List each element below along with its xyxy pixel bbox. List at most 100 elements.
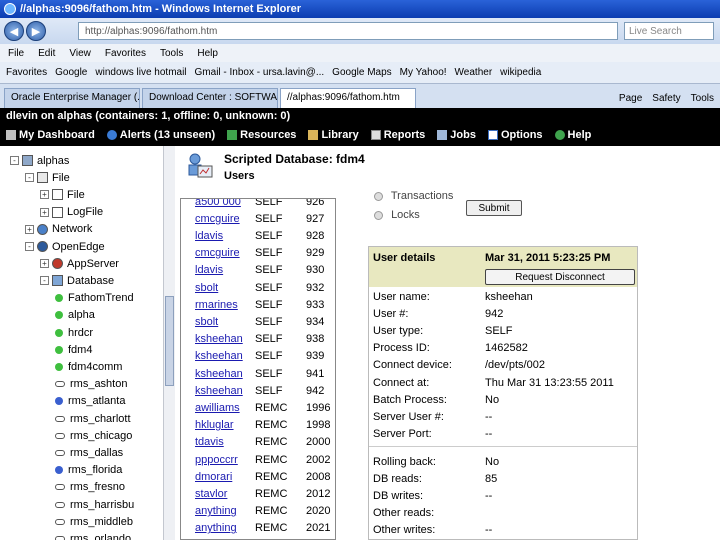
tree-item[interactable]: fdm4	[55, 341, 92, 358]
tree-scrollbar[interactable]	[163, 146, 175, 540]
user-name-link[interactable]: awilliams	[195, 402, 240, 414]
fav-weather[interactable]: Weather	[455, 67, 493, 78]
user-row[interactable]: ksheehan SELF 941	[181, 365, 335, 382]
user-name-link[interactable]: ksheehan	[195, 333, 243, 345]
tab-download-center[interactable]: Download Center : SOFTWA...	[142, 88, 278, 108]
expand-icon[interactable]: +	[40, 190, 49, 200]
user-row[interactable]: anything REMC 2021	[181, 520, 335, 537]
menu-edit[interactable]: Edit	[38, 48, 55, 59]
user-name-link[interactable]: sbolt	[195, 316, 218, 328]
tree-item[interactable]: rms_chicago	[55, 427, 132, 444]
nav-library[interactable]: Library	[308, 129, 359, 141]
user-name-link[interactable]: ldavis	[195, 230, 223, 242]
expand-icon[interactable]: +	[25, 224, 34, 234]
user-name-link[interactable]: hkluglar	[195, 419, 234, 431]
forward-arrow-icon[interactable]: ▶	[26, 21, 46, 41]
fav-hotmail[interactable]: windows live hotmail	[95, 67, 186, 78]
submit-button[interactable]: Submit	[466, 200, 522, 216]
nav-options[interactable]: Options	[487, 129, 543, 141]
menu-file[interactable]: File	[8, 48, 24, 59]
menu-favorites[interactable]: Favorites	[105, 48, 146, 59]
user-name-link[interactable]: cmcguire	[195, 247, 240, 259]
user-row[interactable]: stavlor REMC 2012	[181, 485, 335, 502]
collapse-icon[interactable]: -	[25, 242, 34, 251]
user-row[interactable]: sbolt SELF 934	[181, 313, 335, 330]
page-menu[interactable]: Page	[619, 93, 642, 104]
fav-wikipedia[interactable]: wikipedia	[500, 67, 541, 78]
nav-reports[interactable]: Reports	[370, 129, 425, 141]
nav-help[interactable]: Help	[554, 129, 591, 141]
user-row[interactable]: pppoccrr REMC 2002	[181, 451, 335, 468]
nav-resources[interactable]: Resources	[227, 129, 296, 141]
tree-item[interactable]: + LogFile	[40, 204, 103, 221]
nav-alerts[interactable]: Alerts (13 unseen)	[106, 129, 215, 141]
user-name-link[interactable]: dmorari	[195, 471, 232, 483]
collapse-icon[interactable]: -	[40, 276, 49, 286]
nav-my-dashboard[interactable]: My Dashboard	[6, 129, 95, 141]
tab-oracle[interactable]: Oracle Enterprise Manager (...	[4, 88, 140, 108]
fav-google-maps[interactable]: Google Maps	[332, 67, 391, 78]
expand-icon[interactable]: +	[40, 207, 49, 217]
user-row[interactable]: hkluglar REMC 1998	[181, 417, 335, 434]
menu-help[interactable]: Help	[197, 48, 218, 59]
user-name-link[interactable]: sbolt	[195, 282, 218, 294]
menu-tools[interactable]: Tools	[160, 48, 183, 59]
user-list[interactable]: a500 000 SELF 926 cmcguire SELF 927 ldavis SELF…	[180, 198, 336, 540]
tree-item[interactable]: rms_harrisbu	[55, 496, 134, 513]
tree-item[interactable]: rms_orlando	[55, 530, 131, 540]
tab-fathom[interactable]: //alphas:9096/fathom.htm	[280, 88, 416, 108]
tree-item[interactable]: - File	[25, 169, 70, 186]
option-locks[interactable]: Locks	[374, 209, 453, 226]
tree-item[interactable]: FathomTrend	[55, 290, 134, 307]
tree-item[interactable]: hrdcr	[55, 324, 93, 341]
tree-item[interactable]: alpha	[55, 307, 95, 324]
tree-item[interactable]: - alphas	[10, 152, 69, 169]
user-name-link[interactable]: ksheehan	[195, 350, 243, 362]
back-arrow-icon[interactable]: ◀	[4, 21, 24, 41]
fav-google[interactable]: Google	[55, 67, 87, 78]
user-row[interactable]: cmcguire SELF 927	[181, 210, 335, 227]
fav-favorites[interactable]: Favorites	[6, 67, 47, 78]
user-row[interactable]: ksheehan SELF 942	[181, 382, 335, 399]
tree-item[interactable]: rms_ashton	[55, 376, 127, 393]
fav-my-yahoo[interactable]: My Yahoo!	[400, 67, 447, 78]
request-disconnect-button[interactable]: Request Disconnect	[485, 269, 635, 285]
user-name-link[interactable]: pppoccrr	[195, 454, 238, 466]
user-row[interactable]: rmarines SELF 933	[181, 296, 335, 313]
tree-item[interactable]: fdm4comm	[55, 358, 122, 375]
nav-jobs[interactable]: Jobs	[437, 129, 476, 141]
user-row[interactable]: ksheehan SELF 939	[181, 348, 335, 365]
user-name-link[interactable]: rmarines	[195, 299, 238, 311]
tree-item[interactable]: + File	[40, 186, 85, 203]
user-name-link[interactable]: cmcguire	[195, 213, 240, 225]
tree-scrollbar-thumb[interactable]	[165, 296, 174, 386]
user-row[interactable]: cmcguire SELF 929	[181, 245, 335, 262]
user-name-link[interactable]: a500 000	[195, 199, 241, 208]
user-row[interactable]: ldavis SELF 928	[181, 227, 335, 244]
user-row[interactable]: dmorari REMC 2008	[181, 468, 335, 485]
tree-item[interactable]: rms_charlott	[55, 410, 131, 427]
tree-item[interactable]: - Database	[40, 272, 114, 289]
tree-item[interactable]: rms_atlanta	[55, 393, 125, 410]
user-name-link[interactable]: anything	[195, 505, 237, 517]
user-row[interactable]: tdavis REMC 2000	[181, 434, 335, 451]
user-row[interactable]: a500 000 SELF 926	[181, 199, 335, 210]
safety-menu[interactable]: Safety	[652, 93, 680, 104]
tree-item[interactable]: - OpenEdge	[25, 238, 105, 255]
url-input[interactable]: http://alphas:9096/fathom.htm	[78, 22, 618, 40]
user-name-link[interactable]: ldavis	[195, 264, 223, 276]
tools-menu[interactable]: Tools	[691, 93, 714, 104]
user-name-link[interactable]: ksheehan	[195, 385, 243, 397]
tree-item[interactable]: rms_middleb	[55, 513, 133, 530]
collapse-icon[interactable]: -	[10, 156, 19, 165]
tree-item[interactable]: rms_dallas	[55, 444, 123, 461]
user-name-link[interactable]: stavlor	[195, 488, 227, 500]
fav-gmail[interactable]: Gmail - Inbox - ursa.lavin@...	[195, 67, 325, 78]
user-name-link[interactable]: ksheehan	[195, 368, 243, 380]
search-input[interactable]: Live Search	[624, 22, 714, 40]
user-row[interactable]: sbolt SELF 932	[181, 279, 335, 296]
option-transactions[interactable]: Transactions	[374, 190, 453, 207]
user-row[interactable]: ldavis SELF 930	[181, 262, 335, 279]
user-name-link[interactable]: tdavis	[195, 436, 224, 448]
collapse-icon[interactable]: -	[25, 173, 34, 183]
